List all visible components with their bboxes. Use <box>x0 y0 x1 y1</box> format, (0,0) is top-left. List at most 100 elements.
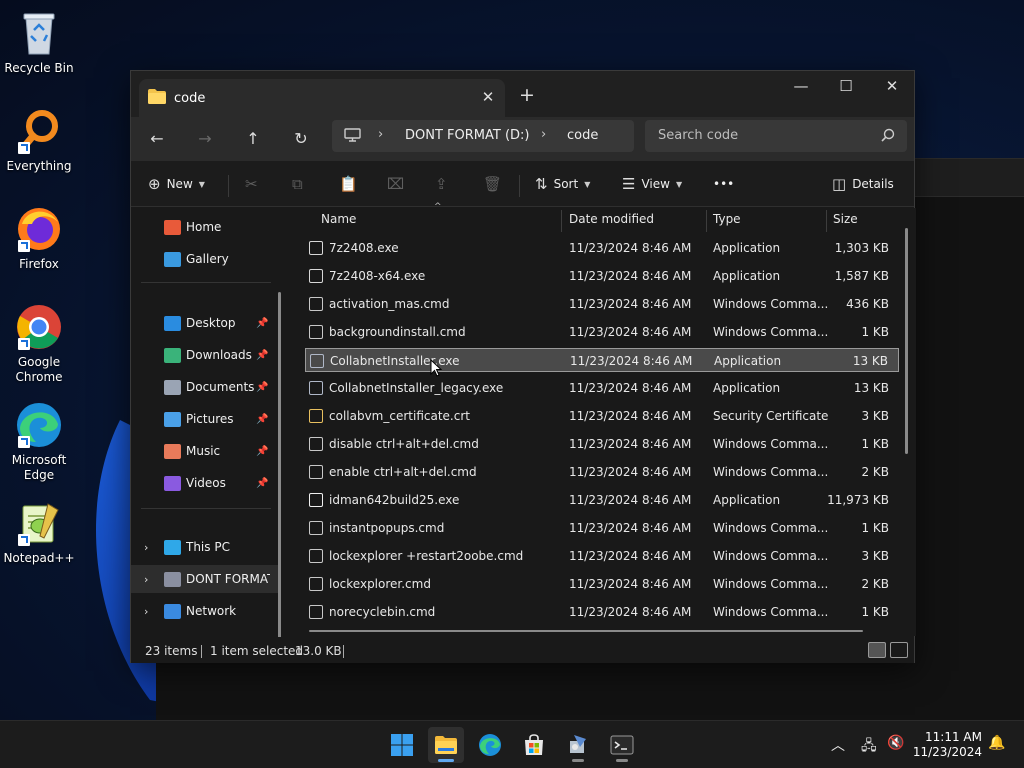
chevron-up-icon[interactable]: ︿ <box>831 735 845 755</box>
table-row[interactable]: idman642build25.exe 11/23/2024 8:46 AM App… <box>305 488 899 512</box>
column-header-name[interactable]: Name <box>321 212 356 226</box>
network-tray-icon[interactable]: 🖧 <box>861 735 877 759</box>
chevron-right-icon[interactable]: › <box>144 573 148 586</box>
taskbar-app-running[interactable] <box>560 727 596 763</box>
pin-icon[interactable]: 📌 <box>256 414 268 425</box>
desktop-icon-label: Firefox <box>19 257 59 271</box>
nav-label: Gallery <box>186 252 229 266</box>
copy-button[interactable]: ⧉ <box>292 173 303 195</box>
details-pane-icon: ◫ <box>832 175 847 193</box>
desktop-icon-notepadpp[interactable]: Notepad++ <box>2 498 76 566</box>
column-header-date[interactable]: Date modified <box>569 212 654 226</box>
taskbar-edge[interactable] <box>472 727 508 763</box>
details-pane-button[interactable]: ◫ Details <box>832 173 894 195</box>
table-row[interactable]: 7z2408-x64.exe 11/23/2024 8:46 AM Applicat… <box>305 264 899 288</box>
column-header-size[interactable]: Size <box>833 212 858 226</box>
nav-item-gallery[interactable]: Gallery <box>131 245 281 273</box>
view-button[interactable]: ☰ View ▼ <box>622 173 682 195</box>
desktop-icon-recycle-bin[interactable]: Recycle Bin <box>2 8 76 76</box>
nav-label: Desktop <box>186 316 236 330</box>
new-tab-button[interactable]: + <box>519 86 535 105</box>
rename-button[interactable]: ⌧ <box>387 173 404 195</box>
search-box[interactable]: Search code <box>645 120 907 152</box>
notification-bell-icon[interactable]: 🔔 <box>988 735 1005 751</box>
nav-item-music[interactable]: Music 📌 <box>131 437 281 465</box>
sort-icon: ⇅ <box>535 175 548 193</box>
forward-button[interactable]: → <box>190 125 220 153</box>
nav-item-desktop[interactable]: Desktop 📌 <box>131 309 281 337</box>
address-bar[interactable]: › DONT FORMAT (D:) › code <box>332 120 634 152</box>
minimize-button[interactable]: — <box>778 71 824 101</box>
desktop-icon-everything[interactable]: Everything <box>2 106 76 174</box>
table-row[interactable]: lockexplorer +restart2oobe.cmd 11/23/2024… <box>305 544 899 568</box>
horizontal-scrollbar[interactable] <box>309 630 863 632</box>
share-button[interactable]: ⇪ <box>435 173 448 195</box>
table-row[interactable]: backgroundinstall.cmd 11/23/2024 8:46 AM W… <box>305 320 899 344</box>
table-row[interactable]: 7z2408.exe 11/23/2024 8:46 AM Application 1… <box>305 236 899 260</box>
more-options-button[interactable]: ••• <box>713 173 734 195</box>
nav-item-downloads[interactable]: Downloads 📌 <box>131 341 281 369</box>
breadcrumb-folder[interactable]: code <box>567 128 598 143</box>
table-row[interactable]: norecyclebin.cmd 11/23/2024 8:46 AM Window… <box>305 600 899 624</box>
table-row[interactable]: lockexplorer.cmd 11/23/2024 8:46 AM Window… <box>305 572 899 596</box>
nav-label: Home <box>186 220 222 234</box>
desktop-icon-firefox[interactable]: Firefox <box>2 204 76 272</box>
table-row[interactable]: activation_mas.cmd 11/23/2024 8:46 AM Wind… <box>305 292 899 316</box>
refresh-button[interactable]: ↻ <box>286 125 316 153</box>
taskbar-file-explorer[interactable] <box>428 727 464 763</box>
desktop-icon-label: Recycle Bin <box>4 61 74 75</box>
back-button[interactable]: ← <box>142 125 172 153</box>
nav-label: This PC <box>186 540 230 554</box>
nav-item-this-pc[interactable]: › This PC <box>131 533 281 561</box>
system-clock[interactable]: 11:11 AM 11/23/2024 <box>912 730 982 760</box>
nav-scrollbar[interactable] <box>278 292 281 656</box>
nav-item-home[interactable]: Home <box>131 213 281 241</box>
pin-icon[interactable]: 📌 <box>256 478 268 489</box>
pin-icon[interactable]: 📌 <box>256 446 268 457</box>
pin-icon[interactable]: 📌 <box>256 318 268 329</box>
details-view-button[interactable] <box>868 642 886 658</box>
desktop-icon-chrome[interactable]: Google Chrome <box>2 302 76 385</box>
close-window-button[interactable]: ✕ <box>869 71 915 101</box>
volume-muted-icon[interactable]: 🔇 <box>887 735 904 751</box>
paste-button[interactable]: 📋 <box>339 173 358 195</box>
maximize-button[interactable]: ☐ <box>823 71 869 101</box>
status-bar: 23 items 1 item selected 13.0 KB <box>131 637 914 663</box>
nav-item-documents[interactable]: Documents 📌 <box>131 373 281 401</box>
file-date: 11/23/2024 8:46 AM <box>569 465 692 479</box>
sort-button[interactable]: ⇅ Sort ▼ <box>535 173 590 195</box>
table-row[interactable]: disable ctrl+alt+del.cmd 11/23/2024 8:46 … <box>305 432 899 456</box>
breadcrumb-drive[interactable]: DONT FORMAT (D:) <box>405 128 530 143</box>
taskbar-terminal[interactable] <box>604 727 640 763</box>
nav-label: Downloads <box>186 348 252 362</box>
nav-item-dont-format-drive[interactable]: › DONT FORMAT (D:) <box>131 565 281 593</box>
table-row[interactable]: CollabnetInstaller.exe 11/23/2024 8:46 AM… <box>305 348 899 372</box>
pin-icon[interactable]: 📌 <box>256 382 268 393</box>
up-button[interactable]: ↑ <box>238 125 268 153</box>
file-list-scrollbar[interactable] <box>905 228 908 454</box>
desktop-icon-edge[interactable]: Microsoft Edge <box>2 400 76 483</box>
taskbar-store[interactable] <box>516 727 552 763</box>
nav-item-videos[interactable]: Videos 📌 <box>131 469 281 497</box>
pin-icon[interactable]: 📌 <box>256 350 268 361</box>
file-type: Application <box>713 493 781 507</box>
new-button[interactable]: ⊕ New ▼ <box>148 173 205 195</box>
tab-code[interactable]: code ✕ <box>139 79 505 117</box>
file-date: 11/23/2024 8:46 AM <box>569 381 692 395</box>
large-icons-view-button[interactable] <box>890 642 908 658</box>
cut-button[interactable]: ✂ <box>245 173 258 195</box>
chevron-right-icon[interactable]: › <box>144 541 148 554</box>
tab-close-button[interactable]: ✕ <box>479 88 497 106</box>
column-header-type[interactable]: Type <box>713 212 741 226</box>
delete-button[interactable]: 🗑 <box>483 173 502 195</box>
start-button[interactable] <box>384 727 420 763</box>
nav-item-pictures[interactable]: Pictures 📌 <box>131 405 281 433</box>
table-row[interactable]: collabvm_certificate.crt 11/23/2024 8:46 … <box>305 404 899 428</box>
chevron-right-icon[interactable]: › <box>144 605 148 618</box>
table-row[interactable]: CollabnetInstaller_legacy.exe 11/23/2024 … <box>305 376 899 400</box>
selection-size: 13.0 KB <box>295 644 342 658</box>
table-row[interactable]: enable ctrl+alt+del.cmd 11/23/2024 8:46 A… <box>305 460 899 484</box>
table-row[interactable]: instantpopups.cmd 11/23/2024 8:46 AM Windo… <box>305 516 899 540</box>
file-type: Security Certificate <box>713 409 829 423</box>
nav-item-network[interactable]: › Network <box>131 597 281 625</box>
